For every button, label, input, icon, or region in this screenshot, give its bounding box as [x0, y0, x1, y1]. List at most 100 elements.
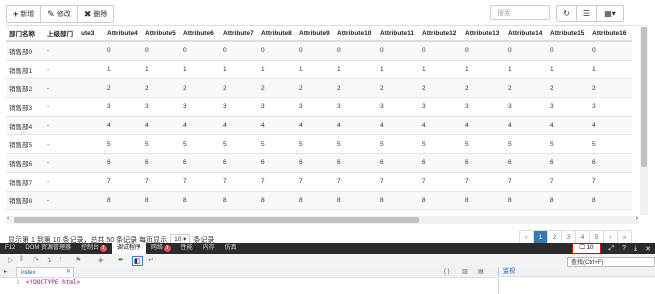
- scrollbar-thumb[interactable]: [14, 217, 419, 223]
- help-icon[interactable]: ?: [618, 245, 630, 252]
- columns-button[interactable]: ▦▾: [597, 6, 623, 21]
- code-editor[interactable]: 1 <!DOCTYPE html>: [0, 278, 498, 294]
- column-header[interactable]: 部门名称: [6, 26, 44, 42]
- word-wrap-icon[interactable]: ↵: [148, 256, 154, 264]
- table-cell: 6: [296, 153, 334, 173]
- table-row[interactable]: 销售部4-4 4 4 4 4 4 4 4 4 4 4 4 4: [6, 115, 632, 135]
- devtools-tab[interactable]: 网络 1: [146, 243, 176, 254]
- column-header[interactable]: Attribute11: [377, 26, 419, 42]
- devtools-tab[interactable]: DOM 资源管理器: [20, 243, 76, 254]
- error-badge: 1: [163, 245, 171, 252]
- devtools-tab[interactable]: 性能: [176, 243, 198, 254]
- table-row[interactable]: 销售部6-6 6 6 6 6 6 6 6 6 6 6 6 6: [6, 153, 632, 173]
- pause-icon[interactable]: ‖: [20, 256, 23, 263]
- column-header[interactable]: Attribute7: [220, 26, 258, 42]
- table-cell: 3: [505, 97, 547, 117]
- panel-split-icon[interactable]: ▥: [462, 267, 468, 277]
- table-cell: 8: [104, 190, 142, 210]
- table-row[interactable]: 销售部8-8 8 8 8 8 8 8 8 8 8 8 8 8: [6, 190, 632, 210]
- step-over-icon[interactable]: ↷: [33, 256, 39, 264]
- column-header[interactable]: Attribute13: [462, 26, 505, 42]
- devtools-tab[interactable]: F12: [0, 243, 20, 254]
- table-cell: 1: [419, 59, 462, 79]
- horizontal-scrollbar[interactable]: ‹ ›: [6, 215, 639, 224]
- devtools-tab[interactable]: 仿真: [220, 243, 242, 254]
- pretty-print-icon[interactable]: ◧: [132, 256, 143, 266]
- table-cell: 2: [180, 78, 220, 98]
- table-cell: -: [44, 153, 78, 173]
- column-header[interactable]: Attribute16: [589, 26, 632, 42]
- table-row[interactable]: 销售部3-3 3 3 3 3 3 3 3 3 3 3 3 3: [6, 97, 632, 117]
- watch-panel: [498, 278, 655, 294]
- column-header[interactable]: Attribute4: [104, 26, 142, 42]
- table-cell: 0: [419, 40, 462, 61]
- table-cell: 1: [104, 59, 142, 79]
- table-cell: 2: [296, 78, 334, 98]
- table-row[interactable]: 销售部2-2 2 2 2 2 2 2 2 2 2 2 2 2: [6, 78, 632, 98]
- vertical-scrollbar[interactable]: [640, 25, 648, 215]
- table-cell: -: [44, 190, 78, 210]
- table-cell: -: [44, 171, 78, 191]
- scrollbar-thumb[interactable]: [641, 27, 647, 167]
- step-into-icon[interactable]: ↴: [46, 256, 52, 264]
- column-header[interactable]: ute3: [78, 26, 104, 42]
- outline-icon[interactable]: ▤: [478, 267, 484, 277]
- exception-icon[interactable]: ◈: [98, 256, 103, 264]
- table-cell: 3: [296, 97, 334, 117]
- delete-button[interactable]: ✖ 删除: [78, 6, 114, 22]
- column-header[interactable]: Attribute15: [547, 26, 589, 42]
- line-number: 1: [16, 279, 20, 286]
- table-cell: 7: [258, 171, 296, 191]
- table-cell: 0: [334, 40, 377, 61]
- edit-button[interactable]: ✎ 修改: [41, 6, 78, 22]
- refresh-button[interactable]: ↻: [557, 6, 577, 21]
- column-header[interactable]: Attribute6: [180, 26, 220, 42]
- table-cell: 5: [419, 134, 462, 154]
- table-cell: 1: [334, 59, 377, 79]
- action-button-group: + 新增 ✎ 修改 ✖ 删除: [6, 5, 115, 23]
- table-row[interactable]: 销售部5-5 5 5 5 5 5 5 5 5 5 5 5 5: [6, 134, 632, 154]
- undock-icon[interactable]: ⤢: [605, 245, 619, 253]
- data-table: 部门名称 上级部门 ute3 Attribute4 Attribute5 Attribut…: [6, 26, 632, 216]
- add-button[interactable]: + 新增: [7, 6, 42, 22]
- format-icon[interactable]: { }: [444, 267, 450, 277]
- toggle-view-button[interactable]: ☰: [577, 6, 597, 21]
- scroll-right-icon[interactable]: ›: [636, 215, 638, 222]
- scroll-left-icon[interactable]: ‹: [7, 215, 9, 222]
- search-input[interactable]: 搜索: [490, 5, 550, 20]
- toggle-files-icon[interactable]: ▸: [4, 267, 7, 277]
- step-out-icon[interactable]: ↑: [59, 256, 63, 263]
- column-header[interactable]: Attribute14: [505, 26, 547, 42]
- play-icon[interactable]: ▷: [8, 256, 13, 264]
- break-new-worker-icon[interactable]: ⚑: [75, 256, 81, 264]
- table-cell: 1: [142, 59, 180, 79]
- column-header[interactable]: Attribute12: [419, 26, 462, 42]
- column-header[interactable]: 上级部门: [44, 26, 78, 42]
- zoom-indicator[interactable]: 🖵 10: [572, 243, 601, 254]
- pin-icon[interactable]: ⤓: [630, 245, 641, 253]
- close-tab-icon[interactable]: ✕: [66, 267, 71, 277]
- table-cell: 4: [180, 115, 220, 135]
- column-header[interactable]: Attribute9: [296, 26, 334, 42]
- brush-icon[interactable]: ✒: [118, 256, 124, 264]
- column-header[interactable]: Attribute10: [334, 26, 377, 42]
- devtools-tab[interactable]: 调试程序: [111, 243, 146, 254]
- table-row[interactable]: 销售部0-0 0 0 0 0 0 0 0 0 0 0 0 0: [6, 40, 632, 61]
- table-cell: [78, 171, 104, 191]
- devtools-tab[interactable]: 控制台 1: [76, 243, 112, 254]
- table-cell: 0: [142, 40, 180, 61]
- devtools-tab[interactable]: 内存: [198, 243, 220, 254]
- close-icon[interactable]: ✕: [641, 245, 655, 253]
- table-cell: 1: [296, 59, 334, 79]
- table-cell: 1: [180, 59, 220, 79]
- table-row[interactable]: 销售部1-1 1 1 1 1 1 1 1 1 1 1 1 1: [6, 59, 632, 79]
- table-cell: -: [44, 40, 78, 61]
- watch-panel-header[interactable]: 监视: [498, 267, 655, 277]
- table-row[interactable]: 销售部7-7 7 7 7 7 7 7 7 7 7 7 7 7: [6, 171, 632, 191]
- column-header[interactable]: Attribute5: [142, 26, 180, 42]
- table-cell: [78, 78, 104, 98]
- table-cell: 7: [180, 171, 220, 191]
- table-cell: 5: [377, 134, 419, 154]
- column-header[interactable]: Attribute8: [258, 26, 296, 42]
- table-cell: [78, 97, 104, 117]
